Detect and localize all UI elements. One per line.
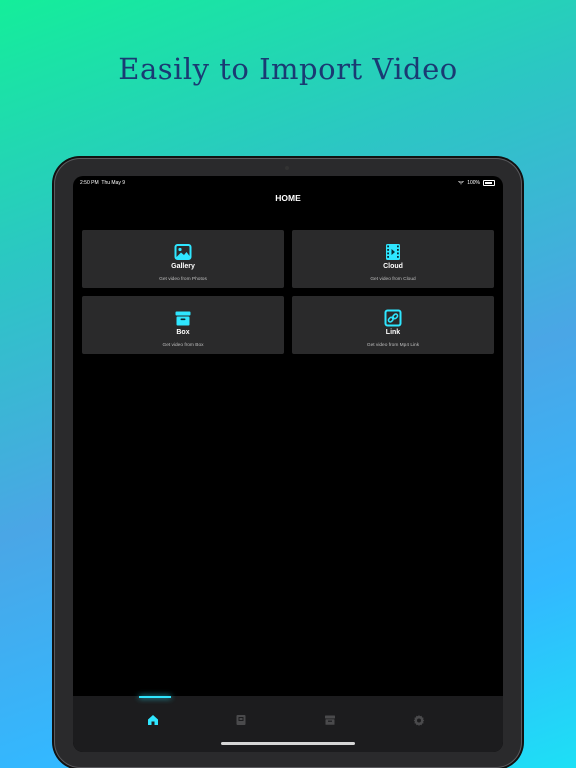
box-icon bbox=[175, 311, 191, 326]
promo-headline: Easily to Import Video bbox=[118, 52, 458, 86]
gallery-icon bbox=[174, 244, 192, 260]
card-box[interactable]: Box Get video from Box bbox=[82, 296, 284, 354]
card-gallery-title: Gallery bbox=[171, 263, 195, 270]
card-cloud-title: Cloud bbox=[383, 263, 403, 270]
status-indicators: 100% bbox=[458, 180, 495, 186]
tab-home[interactable] bbox=[138, 712, 168, 730]
tab-settings[interactable] bbox=[404, 712, 434, 730]
status-time: 2:50 PM bbox=[80, 180, 99, 186]
status-time-date: 2:50 PM Thu May 9 bbox=[80, 180, 125, 186]
page-title: HOME bbox=[275, 193, 301, 203]
active-tab-indicator bbox=[139, 696, 171, 698]
card-link-title: Link bbox=[385, 329, 401, 336]
card-cloud[interactable]: Cloud Get video from Cloud bbox=[292, 230, 494, 288]
card-gallery-subtitle: Get video from Photos bbox=[159, 277, 207, 282]
film-icon bbox=[386, 244, 400, 260]
camera-dot bbox=[285, 166, 289, 170]
status-date: Thu May 9 bbox=[101, 180, 126, 186]
settings-icon bbox=[413, 715, 425, 726]
status-bar: 2:50 PM Thu May 9 100% bbox=[73, 176, 503, 190]
card-cloud-subtitle: Get video from Cloud bbox=[370, 277, 416, 282]
card-box-title: Box bbox=[176, 329, 190, 336]
battery-percent: 100% bbox=[467, 180, 480, 186]
card-box-subtitle: Get video from Box bbox=[162, 343, 204, 348]
tab-files[interactable] bbox=[226, 712, 256, 730]
files-icon bbox=[236, 715, 246, 725]
battery-icon bbox=[483, 180, 495, 186]
app-screen: 2:50 PM Thu May 9 100% HOME Gallery Get … bbox=[73, 176, 503, 752]
home-icon bbox=[148, 715, 158, 725]
wifi-icon bbox=[458, 181, 465, 185]
archive-icon bbox=[325, 715, 335, 725]
card-link[interactable]: Link Get video from Mp4 Link bbox=[292, 296, 494, 354]
tab-archive[interactable] bbox=[315, 712, 345, 730]
card-link-subtitle: Get video from Mp4 Link bbox=[366, 343, 420, 348]
card-gallery[interactable]: Gallery Get video from Photos bbox=[82, 230, 284, 288]
link-icon bbox=[384, 309, 402, 327]
home-indicator-bar bbox=[221, 742, 355, 745]
